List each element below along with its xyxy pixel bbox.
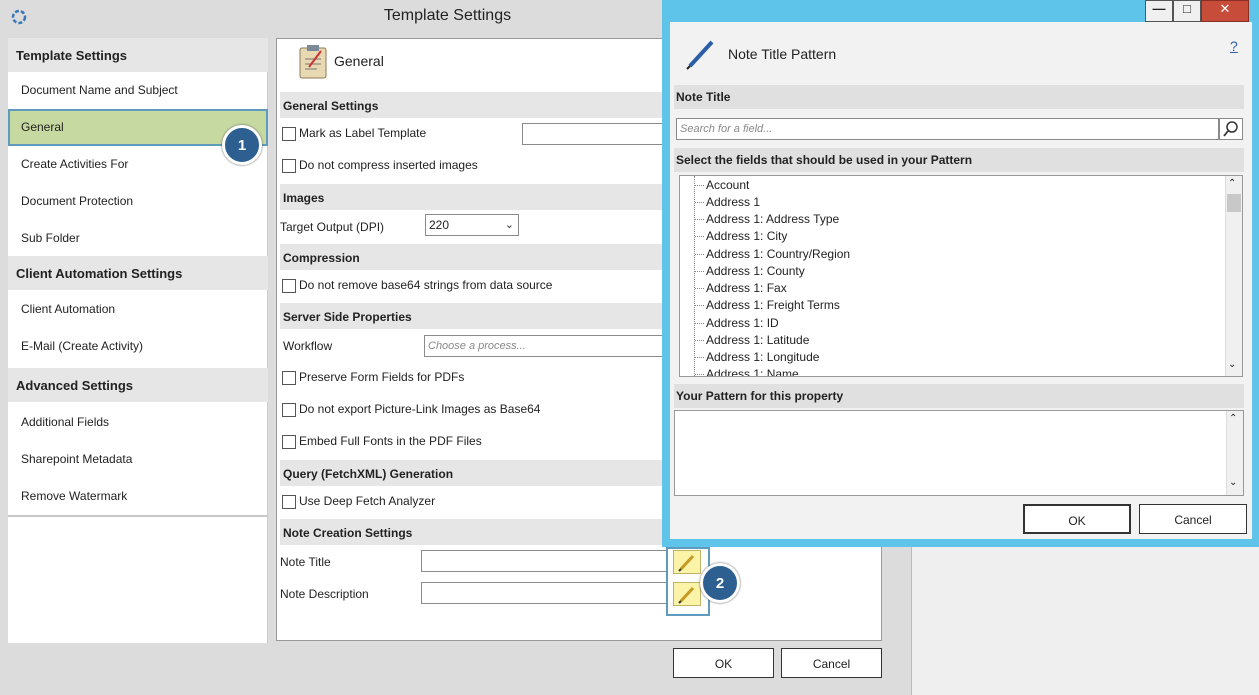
pen-icon bbox=[686, 40, 714, 70]
page-title: General bbox=[334, 53, 384, 69]
nav-heading-client-automation: Client Automation Settings bbox=[8, 256, 268, 290]
tree-branch bbox=[695, 305, 704, 306]
field-item[interactable]: Address 1: ID bbox=[706, 316, 779, 330]
deep-fetch-label: Use Deep Fetch Analyzer bbox=[299, 494, 436, 508]
field-tree[interactable]: Account Address 1 Address 1: Address Typ… bbox=[679, 175, 1243, 377]
nav-item-sub-folder[interactable]: Sub Folder bbox=[8, 220, 268, 257]
maximize-button[interactable]: □ bbox=[1173, 0, 1201, 22]
tree-branch bbox=[695, 357, 704, 358]
nav-item-email-create-activity[interactable]: E-Mail (Create Activity) bbox=[8, 328, 268, 365]
section-your-pattern: Your Pattern for this property bbox=[674, 384, 1244, 408]
dialog-cancel-button[interactable]: Cancel bbox=[1139, 504, 1247, 534]
field-item[interactable]: Address 1: Country/Region bbox=[706, 247, 850, 261]
nav-heading-advanced-settings: Advanced Settings bbox=[8, 368, 268, 402]
workflow-input[interactable]: Choose a process... bbox=[424, 335, 664, 357]
field-search-input[interactable]: Search for a field... bbox=[676, 118, 1219, 140]
tree-branch bbox=[695, 374, 704, 375]
no-export-picture-label: Do not export Picture-Link Images as Bas… bbox=[299, 402, 541, 416]
main-ok-button[interactable]: OK bbox=[673, 648, 774, 678]
pattern-scrollbar[interactable]: ⌃ ⌄ bbox=[1226, 411, 1243, 495]
field-item[interactable]: Address 1: Freight Terms bbox=[706, 298, 840, 312]
dialog-title: Note Title Pattern bbox=[728, 46, 837, 62]
nav-heading-template-settings: Template Settings bbox=[8, 38, 268, 72]
nav-item-sharepoint-metadata[interactable]: Sharepoint Metadata bbox=[8, 441, 268, 478]
pencil-icon bbox=[678, 586, 695, 604]
main-cancel-button[interactable]: Cancel bbox=[781, 648, 882, 678]
search-icon bbox=[1223, 121, 1238, 137]
note-description-label: Note Description bbox=[280, 587, 369, 601]
mark-label-template-label: Mark as Label Template bbox=[299, 126, 427, 140]
nav-item-document-protection[interactable]: Document Protection bbox=[8, 183, 268, 220]
scroll-down-icon[interactable]: ⌄ bbox=[1228, 359, 1236, 370]
dialog-ok-button[interactable]: OK bbox=[1023, 504, 1131, 534]
tree-branch bbox=[695, 271, 704, 272]
field-item[interactable]: Address 1: Name bbox=[706, 367, 799, 376]
step-badge-2: 2 bbox=[700, 563, 740, 603]
section-note-title: Note Title bbox=[674, 85, 1244, 109]
note-title-input[interactable] bbox=[421, 550, 667, 572]
scroll-down-icon[interactable]: ⌄ bbox=[1229, 477, 1237, 488]
tree-connector bbox=[694, 176, 695, 376]
field-item[interactable]: Address 1: Address Type bbox=[706, 212, 839, 226]
pattern-textarea[interactable]: ⌃ ⌄ bbox=[674, 410, 1244, 496]
scroll-thumb[interactable] bbox=[1227, 194, 1241, 212]
field-item[interactable]: Address 1 bbox=[706, 195, 760, 209]
tree-branch bbox=[695, 202, 704, 203]
no-compress-images-checkbox[interactable] bbox=[282, 159, 296, 173]
target-output-label: Target Output (DPI) bbox=[280, 220, 385, 234]
preserve-form-fields-checkbox[interactable] bbox=[282, 371, 296, 385]
note-title-label: Note Title bbox=[280, 555, 331, 569]
field-item[interactable]: Address 1: County bbox=[706, 264, 805, 278]
mark-label-input[interactable] bbox=[522, 123, 667, 145]
no-remove-base64-label: Do not remove base64 strings from data s… bbox=[299, 278, 553, 292]
mark-label-template-checkbox[interactable] bbox=[282, 127, 296, 141]
no-remove-base64-checkbox[interactable] bbox=[282, 279, 296, 293]
deep-fetch-checkbox[interactable] bbox=[282, 495, 296, 509]
field-item[interactable]: Address 1: City bbox=[706, 229, 787, 243]
tree-branch bbox=[695, 323, 704, 324]
preserve-form-fields-label: Preserve Form Fields for PDFs bbox=[299, 370, 465, 384]
nav-item-remove-watermark[interactable]: Remove Watermark bbox=[8, 478, 268, 515]
dialog-body: Note Title Pattern ? Note Title Search f… bbox=[670, 22, 1252, 539]
target-output-select[interactable]: 220 ⌄ bbox=[425, 214, 519, 236]
nav-item-client-automation[interactable]: Client Automation bbox=[8, 291, 268, 328]
edit-note-description-button[interactable] bbox=[673, 582, 701, 606]
tree-branch bbox=[695, 288, 704, 289]
nav-divider bbox=[8, 515, 268, 517]
clipboard-icon bbox=[299, 45, 327, 79]
note-description-input[interactable] bbox=[421, 582, 667, 604]
field-item[interactable]: Address 1: Latitude bbox=[706, 333, 809, 347]
nav-item-document-name[interactable]: Document Name and Subject bbox=[8, 72, 268, 109]
tree-branch bbox=[695, 254, 704, 255]
workflow-label: Workflow bbox=[283, 339, 333, 353]
no-export-picture-checkbox[interactable] bbox=[282, 403, 296, 417]
field-item[interactable]: Address 1: Longitude bbox=[706, 350, 819, 364]
field-item[interactable]: Address 1: Fax bbox=[706, 281, 787, 295]
embed-fonts-checkbox[interactable] bbox=[282, 435, 296, 449]
pencil-icon bbox=[678, 554, 695, 572]
tree-branch bbox=[695, 219, 704, 220]
field-item[interactable]: Account bbox=[706, 178, 749, 192]
edit-note-title-button[interactable] bbox=[673, 550, 701, 574]
chevron-down-icon: ⌄ bbox=[504, 219, 514, 231]
scroll-up-icon[interactable]: ⌃ bbox=[1228, 178, 1236, 189]
nav-item-additional-fields[interactable]: Additional Fields bbox=[8, 404, 268, 441]
tree-scrollbar[interactable]: ⌃ ⌄ bbox=[1225, 176, 1242, 376]
tree-branch bbox=[695, 185, 704, 186]
note-title-pattern-dialog: — □ ✕ Note Title Pattern ? Note Title Se… bbox=[662, 0, 1259, 547]
tree-branch bbox=[695, 236, 704, 237]
target-output-value: 220 bbox=[429, 218, 450, 232]
splitter[interactable] bbox=[900, 547, 912, 695]
no-compress-images-label: Do not compress inserted images bbox=[299, 158, 478, 172]
scroll-up-icon[interactable]: ⌃ bbox=[1229, 413, 1237, 424]
section-select-fields: Select the fields that should be used in… bbox=[674, 148, 1244, 172]
embed-fonts-label: Embed Full Fonts in the PDF Files bbox=[299, 434, 482, 448]
search-button[interactable] bbox=[1219, 118, 1243, 140]
minimize-button[interactable]: — bbox=[1145, 0, 1173, 22]
close-button[interactable]: ✕ bbox=[1201, 0, 1249, 22]
step-badge-1: 1 bbox=[222, 125, 262, 165]
help-link[interactable]: ? bbox=[1230, 38, 1238, 54]
tree-branch bbox=[695, 340, 704, 341]
